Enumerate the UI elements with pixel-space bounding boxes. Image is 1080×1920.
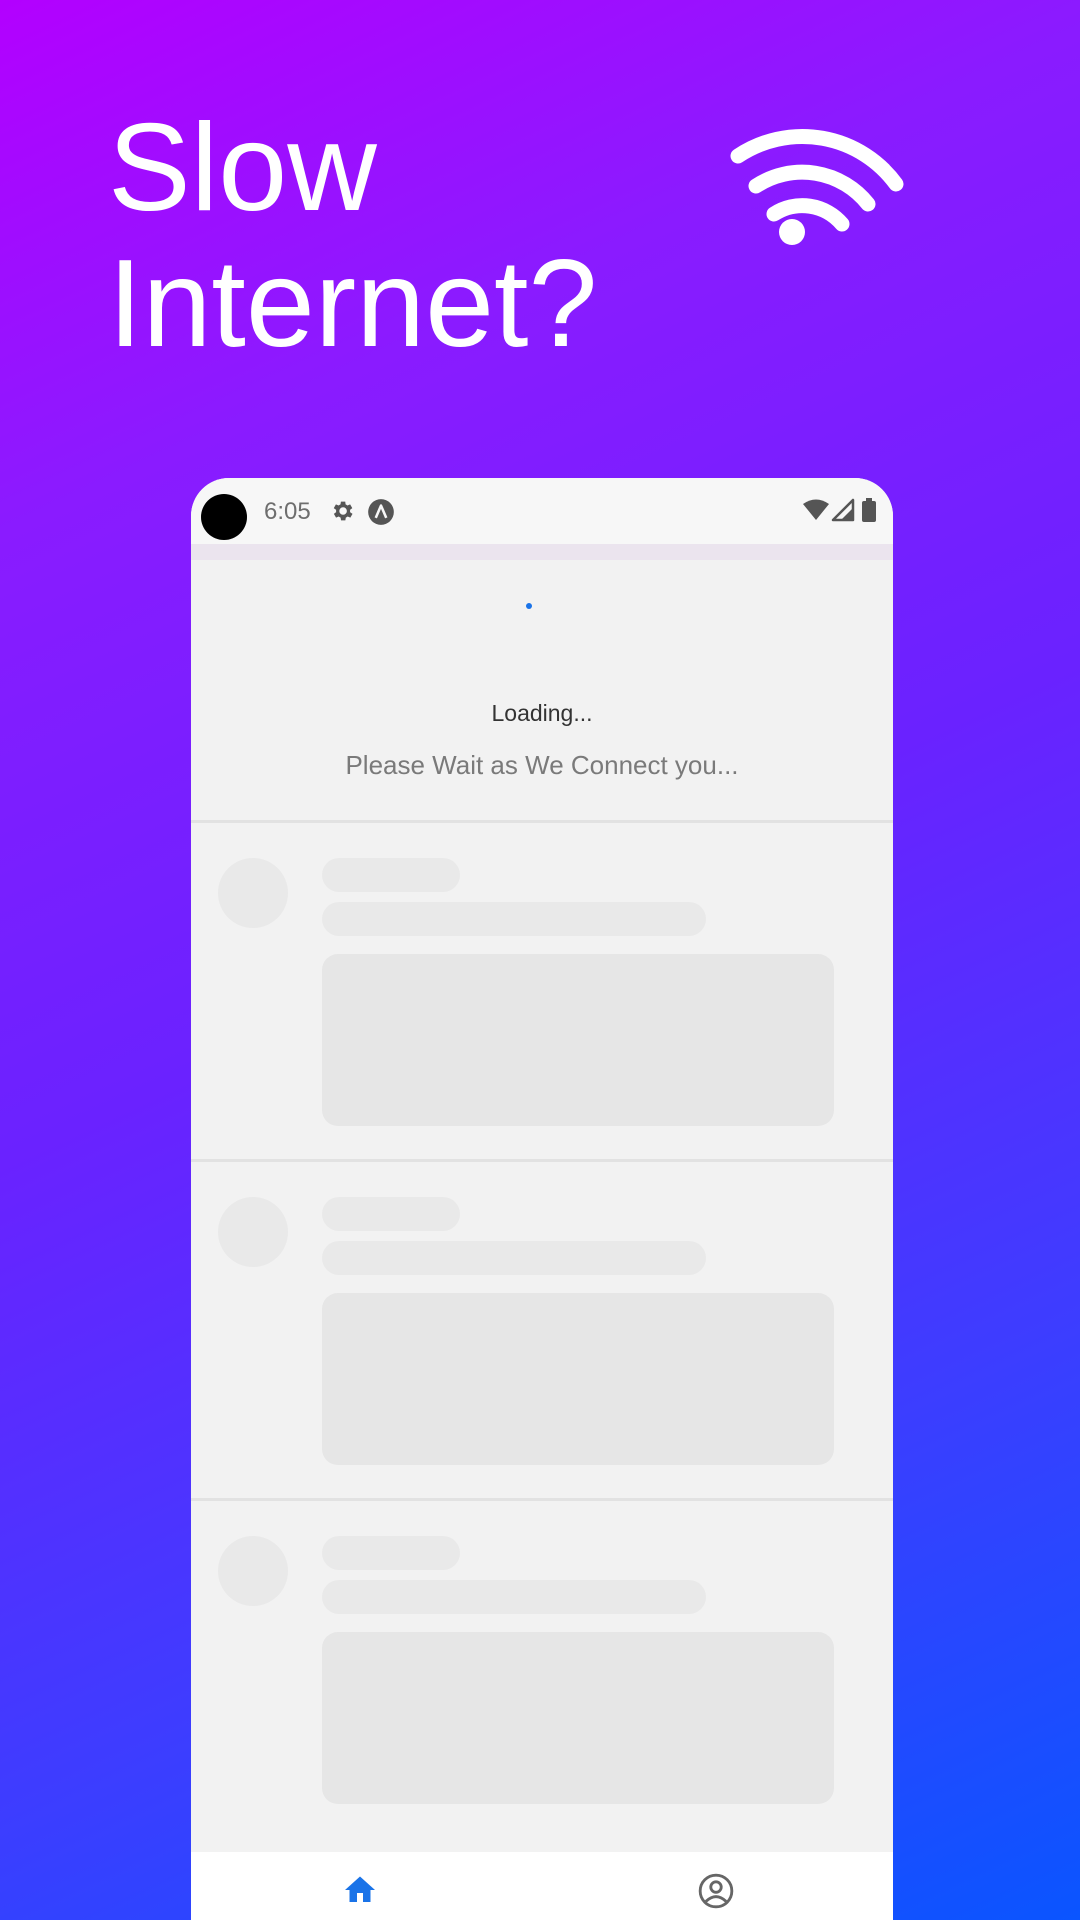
loading-spinner	[526, 603, 532, 609]
bottom-nav	[191, 1852, 893, 1920]
divider	[191, 1498, 893, 1501]
skeleton-line	[322, 1580, 706, 1614]
signal-icon	[831, 498, 855, 522]
home-icon[interactable]	[342, 1872, 378, 1908]
divider	[191, 820, 893, 823]
status-time: 6:05	[264, 498, 311, 525]
skeleton-line	[322, 1536, 460, 1570]
skeleton-avatar	[218, 858, 288, 928]
app-bar	[191, 544, 893, 560]
skeleton-line	[322, 902, 706, 936]
wifi-icon	[730, 129, 904, 245]
camera-cutout	[201, 494, 247, 540]
status-bar: 6:05	[191, 478, 893, 544]
skeleton-media	[322, 1632, 834, 1804]
headline-line-2: Internet?	[108, 235, 598, 373]
loading-subtitle: Please Wait as We Connect you...	[345, 750, 739, 780]
skeleton-line	[322, 1197, 460, 1231]
loading-title: Loading...	[491, 700, 593, 726]
skeleton-line	[322, 858, 460, 892]
divider	[191, 1159, 893, 1162]
headline-line-1: Slow	[108, 99, 377, 237]
app-a-icon	[368, 499, 394, 525]
profile-icon[interactable]	[697, 1872, 735, 1910]
skeleton-media	[322, 954, 834, 1126]
skeleton-line	[322, 1241, 706, 1275]
phone-mockup: 6:05 Loading... Please Wait as We Connec…	[191, 478, 893, 1920]
battery-icon	[862, 498, 876, 522]
skeleton-media	[322, 1293, 834, 1465]
gear-icon	[333, 501, 353, 521]
skeleton-avatar	[218, 1536, 288, 1606]
wifi-status-icon	[803, 499, 829, 520]
headline: Slow Internet?	[108, 100, 597, 372]
skeleton-avatar	[218, 1197, 288, 1267]
